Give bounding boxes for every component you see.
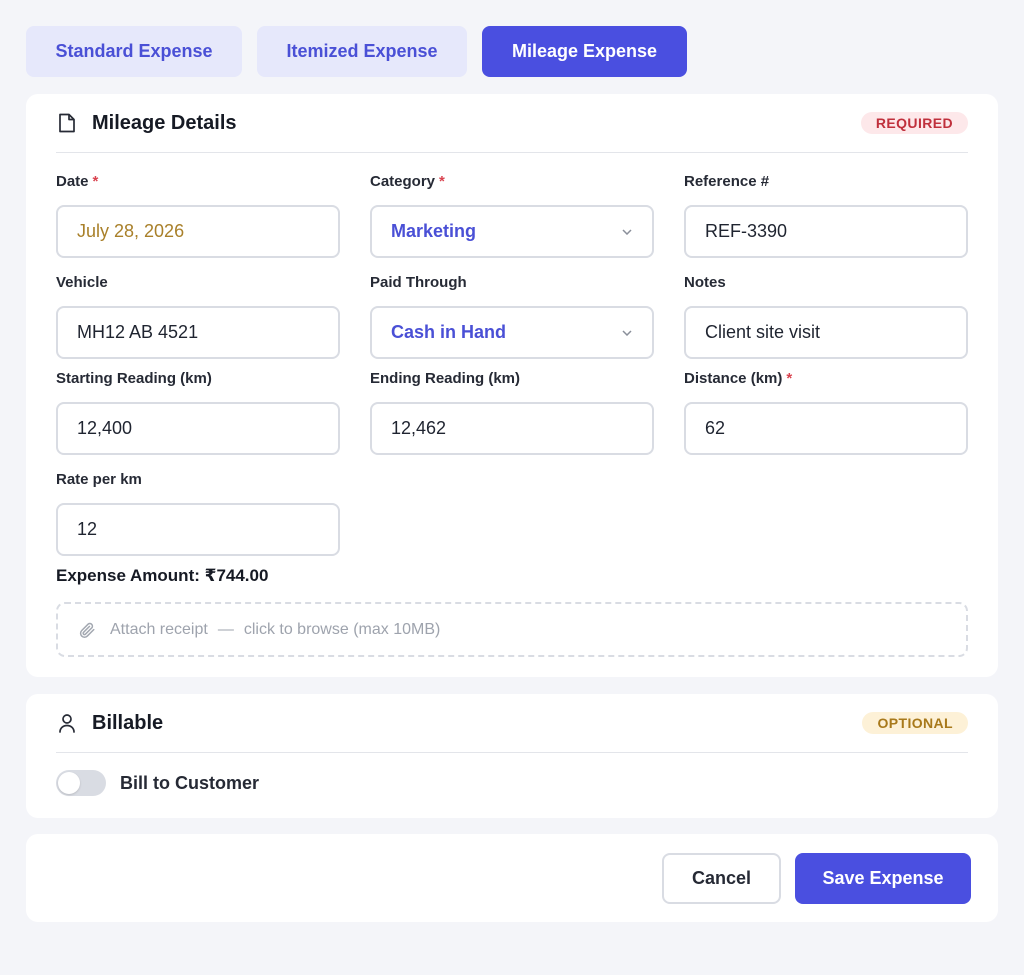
attach-receipt-label: Attach receipt [110,620,208,638]
starting-reading-input[interactable]: 12,400 [56,402,340,455]
distance-value: 62 [705,418,726,438]
optional-badge: OPTIONAL [862,712,968,734]
starting-reading-label: Starting Reading (km) [56,370,212,387]
paid-through-select[interactable]: Cash in Hand [370,306,654,359]
notes-label: Notes [684,274,726,291]
vehicle-label: Vehicle [56,274,108,291]
chevron-down-icon [621,226,633,238]
starting-reading-value: 12,400 [77,418,133,438]
reference-label: Reference # [684,173,770,190]
distance-required-marker: * [786,370,793,387]
attach-separator: — [217,620,234,638]
date-required-marker: * [92,173,99,190]
paid-through-label: Paid Through [370,274,467,291]
date-label: Date [56,173,89,190]
date-value: July 28, 2026 [77,221,185,241]
reference-field-group: Reference # REF-3390 [684,172,968,258]
ending-reading-label: Ending Reading (km) [370,370,520,387]
distance-field-group: Distance (km) * 62 [684,369,968,455]
cancel-button[interactable]: Cancel [662,853,781,904]
toggle-knob [58,772,80,794]
form-actions-card: Cancel Save Expense [26,834,998,922]
tab-standard-expense[interactable]: Standard Expense [26,26,242,77]
reference-input[interactable]: REF-3390 [684,205,968,258]
rate-field-group: Rate per km 12 [56,470,340,556]
ending-reading-input[interactable]: 12,462 [370,402,654,455]
ending-reading-value: 12,462 [391,418,447,438]
paid-through-field-group: Paid Through Cash in Hand [370,273,654,359]
vehicle-field-group: Vehicle MH12 AB 4521 [56,273,340,359]
billable-title: Billable [92,711,164,734]
billable-header: Billable OPTIONAL [56,694,968,753]
category-select[interactable]: Marketing [370,205,654,258]
category-field-group: Category * Marketing [370,172,654,258]
attach-receipt-hint: click to browse (max 10MB) [243,620,441,638]
paid-through-value: Cash in Hand [391,322,507,342]
rate-label: Rate per km [56,471,142,488]
tab-mileage-expense[interactable]: Mileage Expense [482,26,687,77]
chevron-down-icon [621,327,633,339]
mileage-details-title: Mileage Details [92,111,237,134]
distance-input[interactable]: 62 [684,402,968,455]
bill-to-customer-label: Bill to Customer [120,772,260,793]
category-label: Category [370,173,436,190]
reference-value: REF-3390 [705,221,788,241]
mileage-details-card: Mileage Details REQUIRED Date * July 28, … [26,94,998,677]
notes-value: Client site visit [705,322,821,342]
rate-value: 12 [77,519,98,539]
paperclip-icon [78,620,98,640]
vehicle-input[interactable]: MH12 AB 4521 [56,306,340,359]
billable-card: Billable OPTIONAL Bill to Customer [26,694,998,818]
bill-to-customer-toggle[interactable] [56,770,106,796]
required-badge: REQUIRED [860,112,968,134]
date-input[interactable]: July 28, 2026 [56,205,340,258]
expense-amount: Expense Amount: ₹744.00 [56,566,269,585]
distance-label: Distance (km) [684,370,783,387]
save-expense-button[interactable]: Save Expense [795,853,971,904]
bill-to-customer-row: Bill to Customer [56,770,259,796]
ending-reading-field-group: Ending Reading (km) 12,462 [370,369,654,455]
expense-type-tabs: Standard Expense Itemized Expense Mileag… [26,26,687,77]
rate-input[interactable]: 12 [56,503,340,556]
mileage-details-header: Mileage Details REQUIRED [56,94,968,153]
notes-input[interactable]: Client site visit [684,306,968,359]
tab-itemized-expense[interactable]: Itemized Expense [257,26,467,77]
user-icon [56,712,78,734]
category-required-marker: * [439,173,445,190]
category-value: Marketing [391,221,477,241]
starting-reading-field-group: Starting Reading (km) 12,400 [56,369,340,455]
attach-receipt-dropzone[interactable]: Attach receipt — click to browse (max 10… [56,602,968,657]
document-icon [56,112,78,134]
date-field-group: Date * July 28, 2026 [56,172,340,258]
vehicle-value: MH12 AB 4521 [77,322,199,342]
notes-field-group: Notes Client site visit [684,273,968,359]
